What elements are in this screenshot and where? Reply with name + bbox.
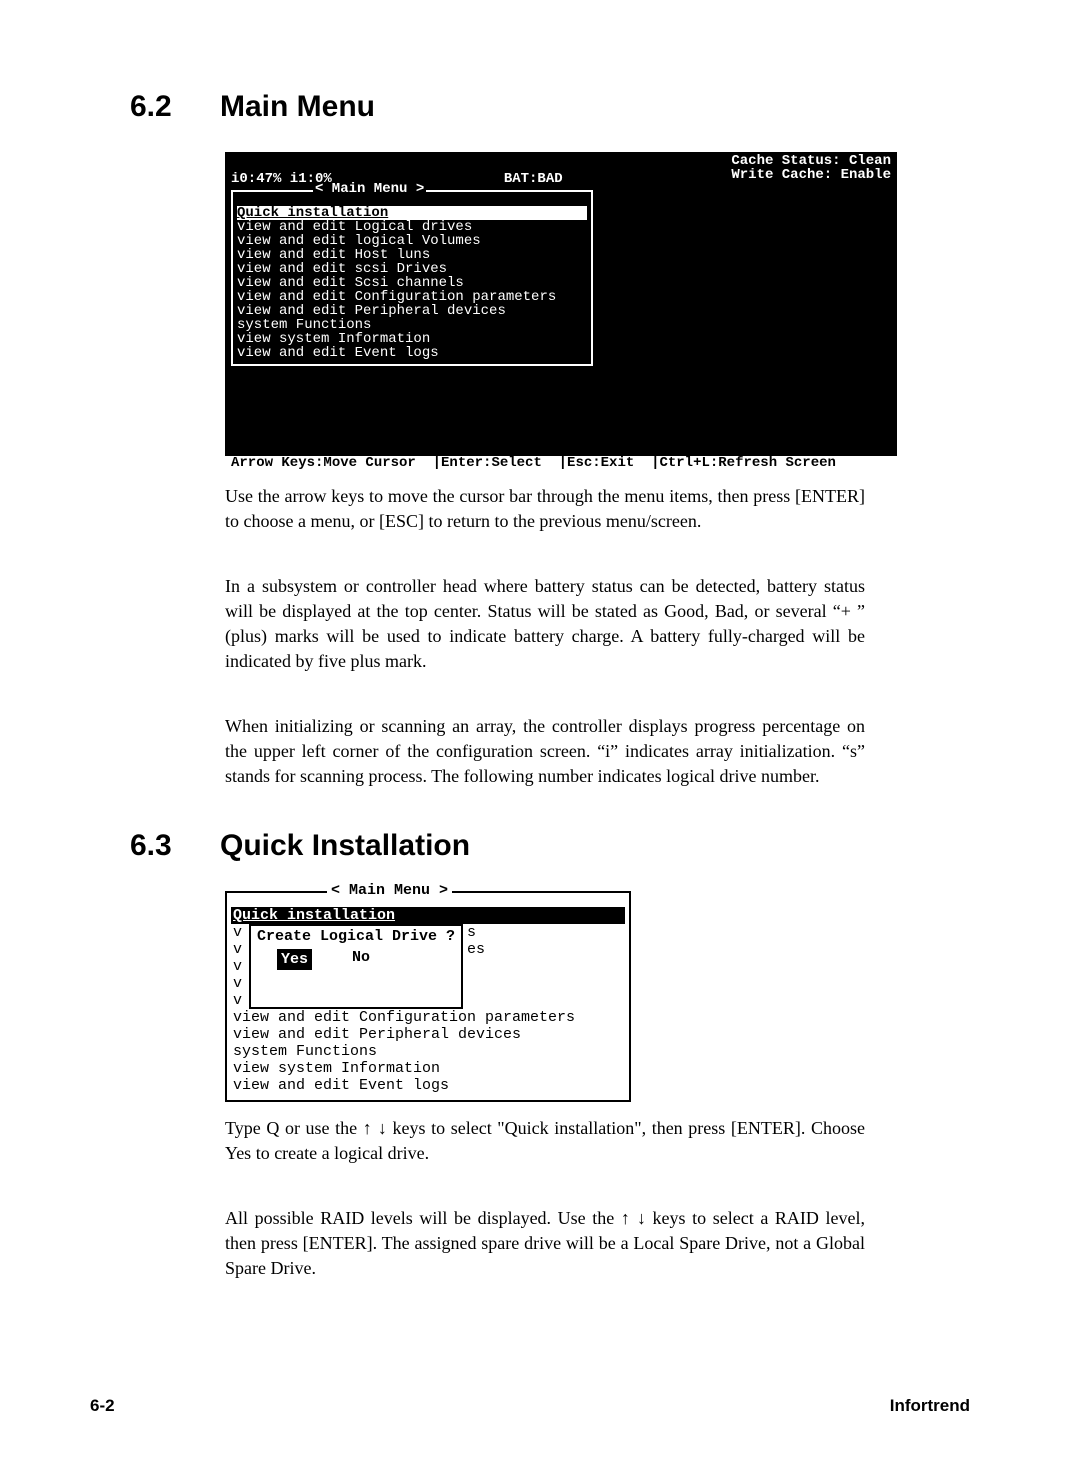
menu-item: view and edit Host luns (237, 248, 587, 262)
paragraph: Type Q or use the ↑ ↓ keys to select "Qu… (225, 1116, 865, 1166)
section-number: 6.3 (130, 829, 220, 863)
menu-item: view and edit logical Volumes (237, 234, 587, 248)
battery-status: BAT:BAD (504, 172, 563, 186)
menu-item: view and edit Peripheral devices (233, 1026, 623, 1043)
section-6-3-header: 6.3 Quick Installation (130, 829, 970, 863)
updown-arrows-icon: ↑ ↓ (621, 1208, 646, 1228)
menu-item-quick-installation: Quick installation (231, 907, 625, 924)
page-number: 6-2 (90, 1396, 115, 1416)
quick-install-terminal-screenshot: < Main Menu > Quick installation v v v v… (225, 891, 631, 1102)
menu-item: view and edit scsi Drives (237, 262, 587, 276)
create-logical-drive-dialog: Create Logical Drive ? Yes No (249, 924, 463, 1009)
menu-item: view system Information (233, 1060, 623, 1077)
menu-item: view and edit Scsi channels (237, 276, 587, 290)
section-title: Main Menu (220, 90, 375, 124)
cache-status: Cache Status: Clean (731, 154, 891, 168)
help-bar: Arrow Keys:Move Cursor |Enter:Select |Es… (225, 456, 897, 470)
brand: Infortrend (890, 1396, 970, 1416)
menu-item: view and edit Event logs (237, 346, 587, 360)
menu-title: < Main Menu > (327, 882, 452, 899)
menu-item: view and edit Peripheral devices (237, 304, 587, 318)
paragraph: Use the arrow keys to move the cursor ba… (225, 484, 865, 534)
updown-arrows-icon: ↑ ↓ (363, 1118, 387, 1138)
menu-item: system Functions (233, 1043, 623, 1060)
section-title: Quick Installation (220, 829, 470, 863)
dialog-question: Create Logical Drive ? (257, 928, 455, 945)
menu-item-quick-installation: Quick installation (237, 206, 587, 220)
v-column: v v v v v (233, 924, 247, 1009)
main-menu-box: < Main Menu > Quick installation view an… (231, 190, 593, 366)
menu-item: view and edit Event logs (233, 1077, 623, 1094)
menu-title: < Main Menu > (313, 182, 426, 196)
menu-item: view system Information (237, 332, 587, 346)
paragraph: In a subsystem or controller head where … (225, 574, 865, 674)
paragraph: When initializing or scanning an array, … (225, 714, 865, 789)
menu-item: view and edit Logical drives (237, 220, 587, 234)
paragraph: All possible RAID levels will be display… (225, 1206, 865, 1281)
write-cache: Write Cache: Enable (731, 168, 891, 182)
menu-item: system Functions (237, 318, 587, 332)
no-button: No (352, 949, 370, 970)
main-menu-terminal-screenshot: Cache Status: Clean Write Cache: Enable … (225, 152, 897, 470)
section-6-2-header: 6.2 Main Menu (130, 90, 970, 124)
menu-item: view and edit Configuration parameters (233, 1009, 623, 1026)
yes-button: Yes (277, 949, 312, 970)
page-footer: 6-2 Infortrend (90, 1396, 970, 1416)
section-number: 6.2 (130, 90, 220, 124)
partial-text-column: s es (467, 924, 485, 1009)
menu-item: view and edit Configuration parameters (237, 290, 587, 304)
